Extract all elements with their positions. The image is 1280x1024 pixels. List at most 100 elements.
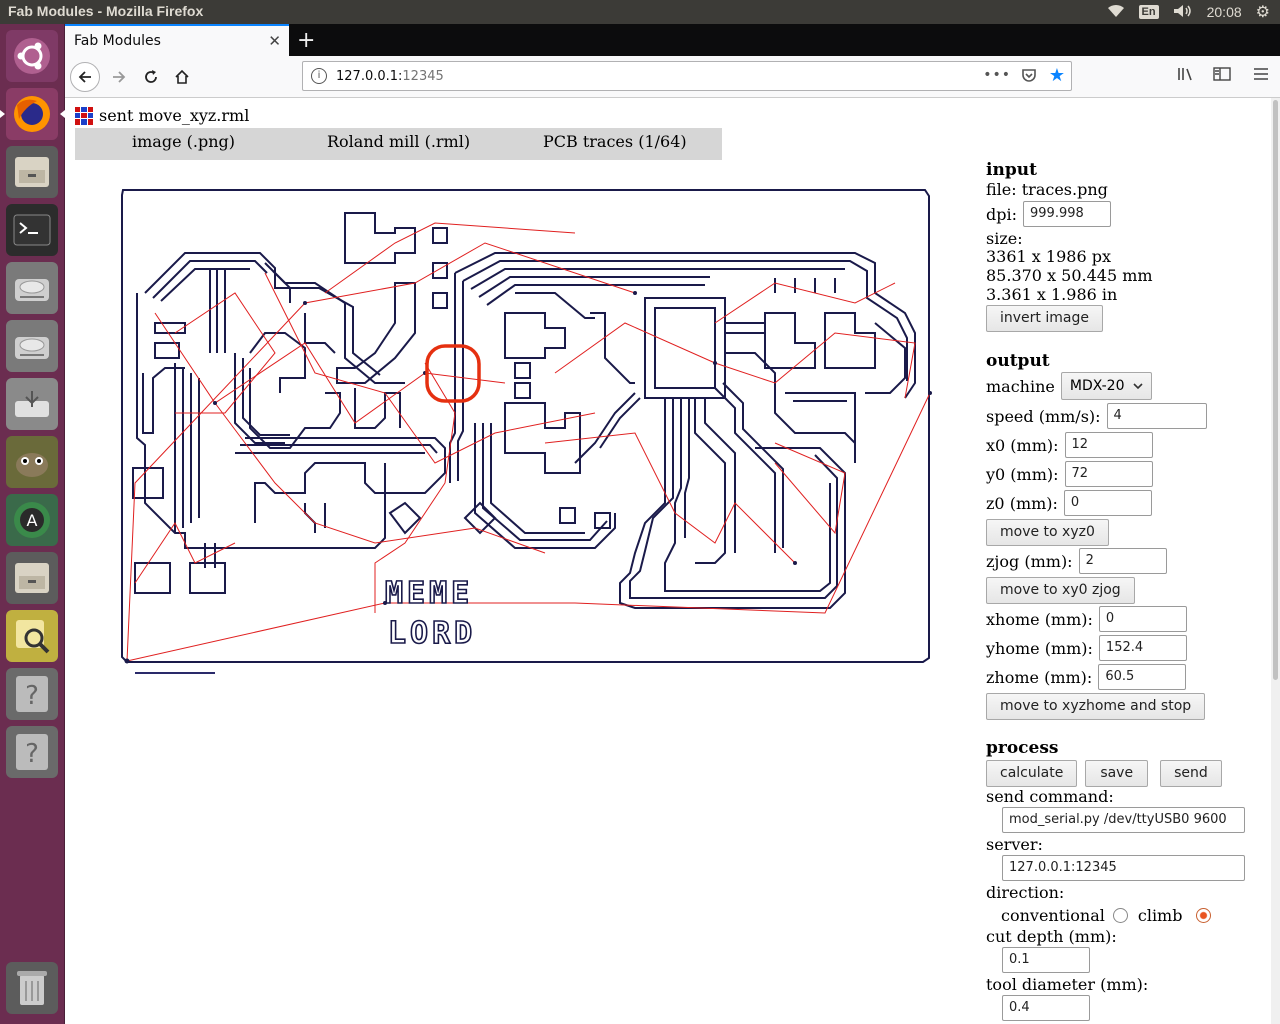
ubuntu-icon[interactable] <box>6 30 58 82</box>
forward-button[interactable] <box>105 63 133 91</box>
disk-icon[interactable] <box>6 320 58 372</box>
input-heading: input <box>986 160 1037 180</box>
invert-image-button[interactable]: invert image <box>986 305 1103 332</box>
scrollbar-thumb[interactable] <box>1273 100 1278 680</box>
conventional-radio[interactable] <box>1112 908 1128 923</box>
new-tab-icon[interactable]: + <box>297 28 315 53</box>
files-icon[interactable] <box>6 552 58 604</box>
conventional-label: conventional <box>1001 906 1105 925</box>
trace-outline <box>454 252 916 399</box>
pad-outline <box>154 322 186 359</box>
image-viewer-icon[interactable] <box>6 610 58 662</box>
disk-icon[interactable] <box>6 262 58 314</box>
size-px: 3361 x 1986 px <box>986 247 1111 266</box>
software-updater-icon[interactable]: A <box>6 494 58 546</box>
rapid-move <box>554 322 916 399</box>
trash-icon[interactable] <box>6 962 58 1014</box>
page-actions-menu-icon[interactable]: ••• <box>983 67 1011 83</box>
ic-chip-outline <box>654 307 716 389</box>
move-to-xyz0-button[interactable]: move to xyz0 <box>986 519 1109 546</box>
zjog-input[interactable]: 2 <box>1078 548 1167 574</box>
trace-outline <box>590 312 635 384</box>
trace-outline <box>234 353 290 444</box>
server-input[interactable]: 127.0.0.1:12345 <box>1002 855 1245 881</box>
power-gear-icon[interactable]: ⚙ <box>1256 2 1270 22</box>
firefox-icon[interactable] <box>0 88 65 140</box>
zhome-input[interactable]: 60.5 <box>1098 664 1187 690</box>
speed-row: speed (mm/s): 4 <box>986 403 1207 429</box>
url-host: 127.0.0.1: <box>336 69 403 84</box>
sidebar-icon[interactable] <box>1213 66 1231 86</box>
home-button[interactable] <box>168 63 196 91</box>
machine-value: MDX-20 <box>1069 378 1125 394</box>
reload-button[interactable] <box>137 63 165 91</box>
keyboard-layout-indicator[interactable]: En <box>1138 5 1159 19</box>
machine-select[interactable]: MDX-20 <box>1060 372 1152 400</box>
move-to-xy0-zjog-button[interactable]: move to xy0 zjog <box>986 577 1135 604</box>
trace-outlines <box>121 189 930 674</box>
close-tab-icon[interactable]: ✕ <box>268 32 281 50</box>
pocket-icon[interactable] <box>1021 67 1037 87</box>
x0-input[interactable]: 12 <box>1064 432 1153 458</box>
menu-roland-mill[interactable]: Roland mill (.rml) <box>327 132 470 151</box>
menu-pcb-traces[interactable]: PCB traces (1/64) <box>543 132 687 151</box>
cut-depth-input[interactable]: 0.1 <box>1002 947 1090 973</box>
library-icon[interactable] <box>1177 66 1195 86</box>
volume-icon[interactable] <box>1173 4 1193 21</box>
page-scrollbar[interactable] <box>1271 98 1280 1024</box>
wifi-icon[interactable] <box>1107 4 1125 21</box>
vertex-marker <box>928 391 932 395</box>
unknown-app-icon[interactable]: ? <box>6 668 58 720</box>
vertex-marker <box>713 361 717 365</box>
trace-outline <box>515 292 595 319</box>
back-button[interactable] <box>70 62 100 92</box>
gimp-icon[interactable] <box>6 436 58 488</box>
rapid-moves <box>126 222 931 662</box>
unknown-app-icon[interactable]: ? <box>6 726 58 778</box>
z0-input[interactable]: 0 <box>1063 490 1152 516</box>
trace-outline <box>725 352 856 463</box>
files-icon[interactable] <box>6 146 58 198</box>
xhome-label: xhome (mm): <box>986 609 1093 629</box>
trace-outline <box>574 392 641 464</box>
xhome-input[interactable]: 0 <box>1098 606 1187 632</box>
fab-logo-icon <box>75 106 93 125</box>
tab-fab-modules[interactable]: Fab Modules ✕ <box>65 24 289 56</box>
send-button[interactable]: send <box>1160 760 1222 787</box>
url-bar[interactable]: i 127.0.0.1:12345 ••• ★ <box>302 61 1072 91</box>
zjog-row: zjog (mm): 2 <box>986 548 1167 574</box>
climb-radio[interactable] <box>1196 908 1212 923</box>
dpi-input[interactable]: 999.998 <box>1023 201 1111 227</box>
y0-row: y0 (mm): 72 <box>986 461 1153 487</box>
move-to-xyzhome-button[interactable]: move to xyzhome and stop <box>986 693 1206 720</box>
usb-icon[interactable] <box>6 378 58 430</box>
menu-image-png[interactable]: image (.png) <box>132 132 235 151</box>
send-command-input[interactable]: mod_serial.py /dev/ttyUSB0 9600 <box>1002 807 1245 833</box>
speed-label: speed (mm/s): <box>986 406 1101 426</box>
vertex-marker <box>124 658 130 664</box>
pad-outline <box>432 227 448 309</box>
bookmark-star-icon[interactable]: ★ <box>1049 65 1065 86</box>
site-info-icon[interactable]: i <box>311 68 327 84</box>
zhome-row: zhome (mm): 60.5 <box>986 664 1187 690</box>
tab-bar: Fab Modules ✕ + <box>65 24 1280 56</box>
save-button[interactable]: save <box>1085 760 1149 787</box>
size-mm: 85.370 x 50.445 mm <box>986 266 1153 285</box>
hamburger-menu-icon[interactable] <box>1253 66 1269 86</box>
url-text[interactable]: 127.0.0.1:12345 <box>336 69 444 84</box>
tab-title: Fab Modules <box>74 33 161 49</box>
vertex-marker <box>303 301 307 305</box>
process-heading: process <box>986 738 1059 758</box>
speed-input[interactable]: 4 <box>1106 403 1207 429</box>
terminal-icon[interactable] <box>6 204 58 256</box>
trace-outline <box>474 423 616 549</box>
y0-input[interactable]: 72 <box>1064 461 1153 487</box>
machine-label: machine <box>986 376 1055 396</box>
yhome-input[interactable]: 152.4 <box>1098 635 1187 661</box>
rapid-move <box>544 432 796 564</box>
calculate-button[interactable]: calculate <box>986 760 1078 787</box>
toolpath-preview[interactable]: MEME LORD <box>75 183 955 703</box>
tool-diameter-input[interactable]: 0.4 <box>1002 995 1090 1021</box>
clock[interactable]: 20:08 <box>1207 4 1242 20</box>
component-outline <box>504 402 581 474</box>
